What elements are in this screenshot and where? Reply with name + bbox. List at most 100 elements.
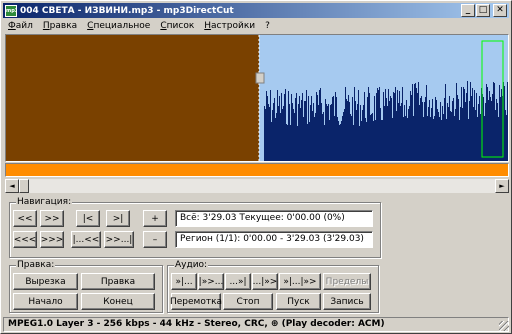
play-from-start-button[interactable]: »|... (171, 273, 197, 290)
fast-rewind-button[interactable]: <<< (13, 231, 37, 248)
waveform-bar (295, 98, 296, 161)
waveform-bar (324, 125, 325, 161)
waveform-bar (273, 103, 274, 161)
play-region-button[interactable]: »|...|»> (279, 273, 321, 290)
waveform-bar (385, 89, 386, 161)
waveform-bar (402, 87, 403, 161)
waveform-bar (321, 103, 322, 161)
waveform-bar (315, 113, 316, 161)
scroll-left-button[interactable]: ◄ (5, 179, 19, 193)
waveform-bar (341, 121, 342, 161)
play-to-end-button[interactable]: ...»| (225, 273, 251, 290)
waveform-bar (271, 122, 272, 161)
edit-button[interactable]: Правка (81, 273, 155, 290)
close-button[interactable]: ✕ (493, 4, 507, 17)
minimize-button[interactable]: _ (461, 4, 475, 17)
menu-file[interactable]: Файл (3, 21, 38, 31)
waveform-bar (451, 112, 452, 161)
waveform-bar (423, 117, 424, 161)
position-bar[interactable] (5, 163, 509, 177)
waveform-bar (305, 101, 306, 161)
title-bar[interactable]: mp3 004 СВЕТА - ИЗВИНИ.mp3 - mp3DirectCu… (3, 3, 509, 18)
waveform-view[interactable] (5, 34, 509, 162)
waveform-bar (387, 106, 388, 161)
waveform-bar (398, 103, 399, 161)
rewind-play-button[interactable]: Перемотка (170, 293, 222, 310)
waveform-bar (303, 117, 304, 161)
play-button[interactable]: Пуск (276, 293, 321, 310)
scroll-thumb[interactable] (19, 179, 29, 193)
waveform-bar (350, 114, 351, 161)
waveform-canvas[interactable] (6, 35, 508, 161)
record-button[interactable]: Запись (323, 293, 371, 310)
waveform-bar (313, 103, 314, 161)
waveform-bar (352, 97, 353, 161)
waveform-bar (484, 116, 485, 161)
waveform-bar (384, 106, 385, 161)
waveform-bar (354, 87, 355, 161)
waveform-bar (463, 87, 464, 161)
forward-button[interactable]: >> (40, 210, 64, 227)
waveform-bar (460, 107, 461, 161)
waveform-bar (327, 106, 328, 161)
waveform-bar (406, 100, 407, 161)
go-end-button[interactable]: >| (106, 210, 130, 227)
waveform-bar (401, 103, 402, 161)
zoom-out-button[interactable]: – (143, 231, 167, 248)
waveform-bar (309, 122, 310, 161)
waveform-bar (336, 97, 337, 161)
fast-forward-button[interactable]: >>> (40, 231, 64, 248)
menu-special[interactable]: Специальное (82, 21, 155, 31)
play-region-end-button[interactable]: ...|»> (252, 273, 278, 290)
menu-edit[interactable]: Правка (38, 21, 82, 31)
scroll-right-button[interactable]: ► (495, 179, 509, 193)
waveform-bar (320, 88, 321, 161)
waveform-bar (464, 89, 465, 161)
waveform-bar (468, 119, 469, 161)
waveform-bar (355, 101, 356, 161)
menu-settings[interactable]: Настройки (199, 21, 260, 31)
waveform-bar (371, 114, 372, 161)
waveform-bar (428, 107, 429, 161)
waveform-bar (424, 102, 425, 161)
waveform-bar (280, 113, 281, 161)
begin-button[interactable]: Начало (13, 293, 78, 310)
zoom-in-button[interactable]: + (143, 210, 167, 227)
waveform-bar (493, 82, 494, 161)
waveform-bar (472, 88, 473, 161)
waveform-bar (416, 88, 417, 161)
waveform-bar (491, 101, 492, 161)
waveform-bar (487, 87, 488, 161)
waveform-bar (448, 107, 449, 161)
waveform-bar (312, 111, 313, 161)
cut-button[interactable]: Вырезка (13, 273, 78, 290)
waveform-bar (349, 102, 350, 161)
stop-button[interactable]: Стоп (223, 293, 273, 310)
waveform-bar (420, 98, 421, 161)
resize-grip[interactable] (499, 321, 509, 331)
horizontal-scrollbar[interactable]: ◄ ► (5, 179, 509, 193)
limits-button[interactable]: Пределы (323, 273, 371, 290)
cursor-handle[interactable] (255, 72, 265, 84)
waveform-bar (483, 97, 484, 161)
prev-cut-button[interactable]: |...<< (71, 231, 101, 248)
waveform-bar (319, 90, 320, 161)
go-start-button[interactable]: |< (76, 210, 100, 227)
waveform-bar (408, 109, 409, 161)
end-button[interactable]: Конец (81, 293, 155, 310)
next-cut-button[interactable]: >>...| (104, 231, 134, 248)
waveform-bar (440, 102, 441, 161)
play-region-start-button[interactable]: |»>... (198, 273, 224, 290)
rewind-button[interactable]: << (13, 210, 37, 227)
menu-list[interactable]: Список (155, 21, 199, 31)
menu-help[interactable]: ? (260, 21, 275, 31)
waveform-bar (275, 118, 276, 161)
waveform-bar (304, 101, 305, 161)
waveform-bar (437, 109, 438, 161)
waveform-bar (474, 90, 475, 161)
waveform-bar (368, 87, 369, 161)
waveform-bar (459, 120, 460, 161)
maximize-button[interactable]: □ (476, 4, 490, 17)
waveform-bar (403, 117, 404, 161)
waveform-bar (287, 125, 288, 161)
